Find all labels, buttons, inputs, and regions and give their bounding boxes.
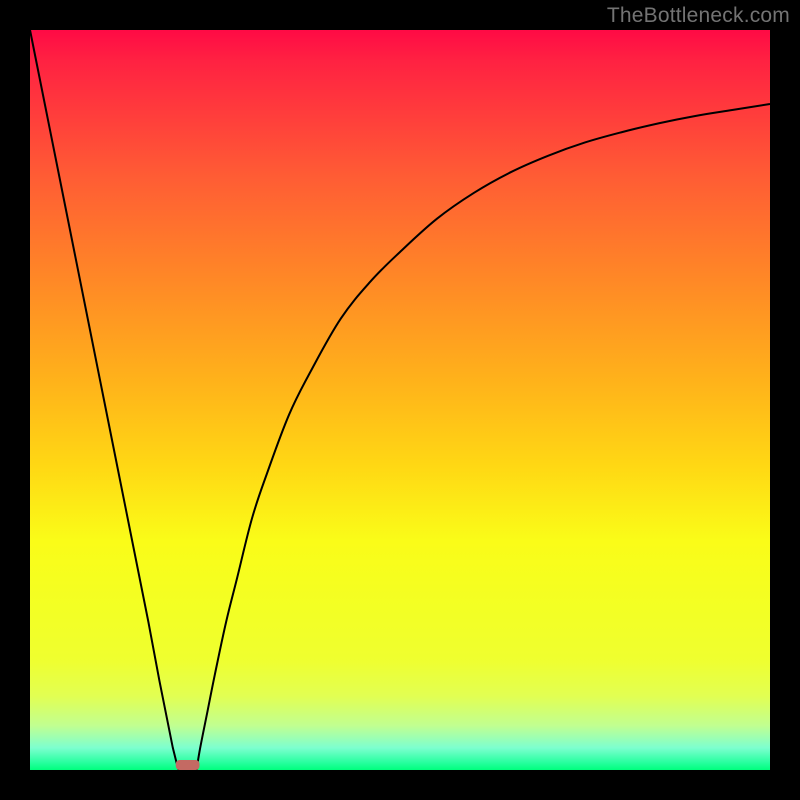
chart-frame: TheBottleneck.com [0,0,800,800]
optimum-marker [176,760,200,770]
plot-area [30,30,770,770]
curve-layer [30,30,770,770]
bottleneck-curve-right [197,104,771,770]
watermark-text: TheBottleneck.com [607,4,790,28]
bottleneck-curve-left [30,30,179,770]
